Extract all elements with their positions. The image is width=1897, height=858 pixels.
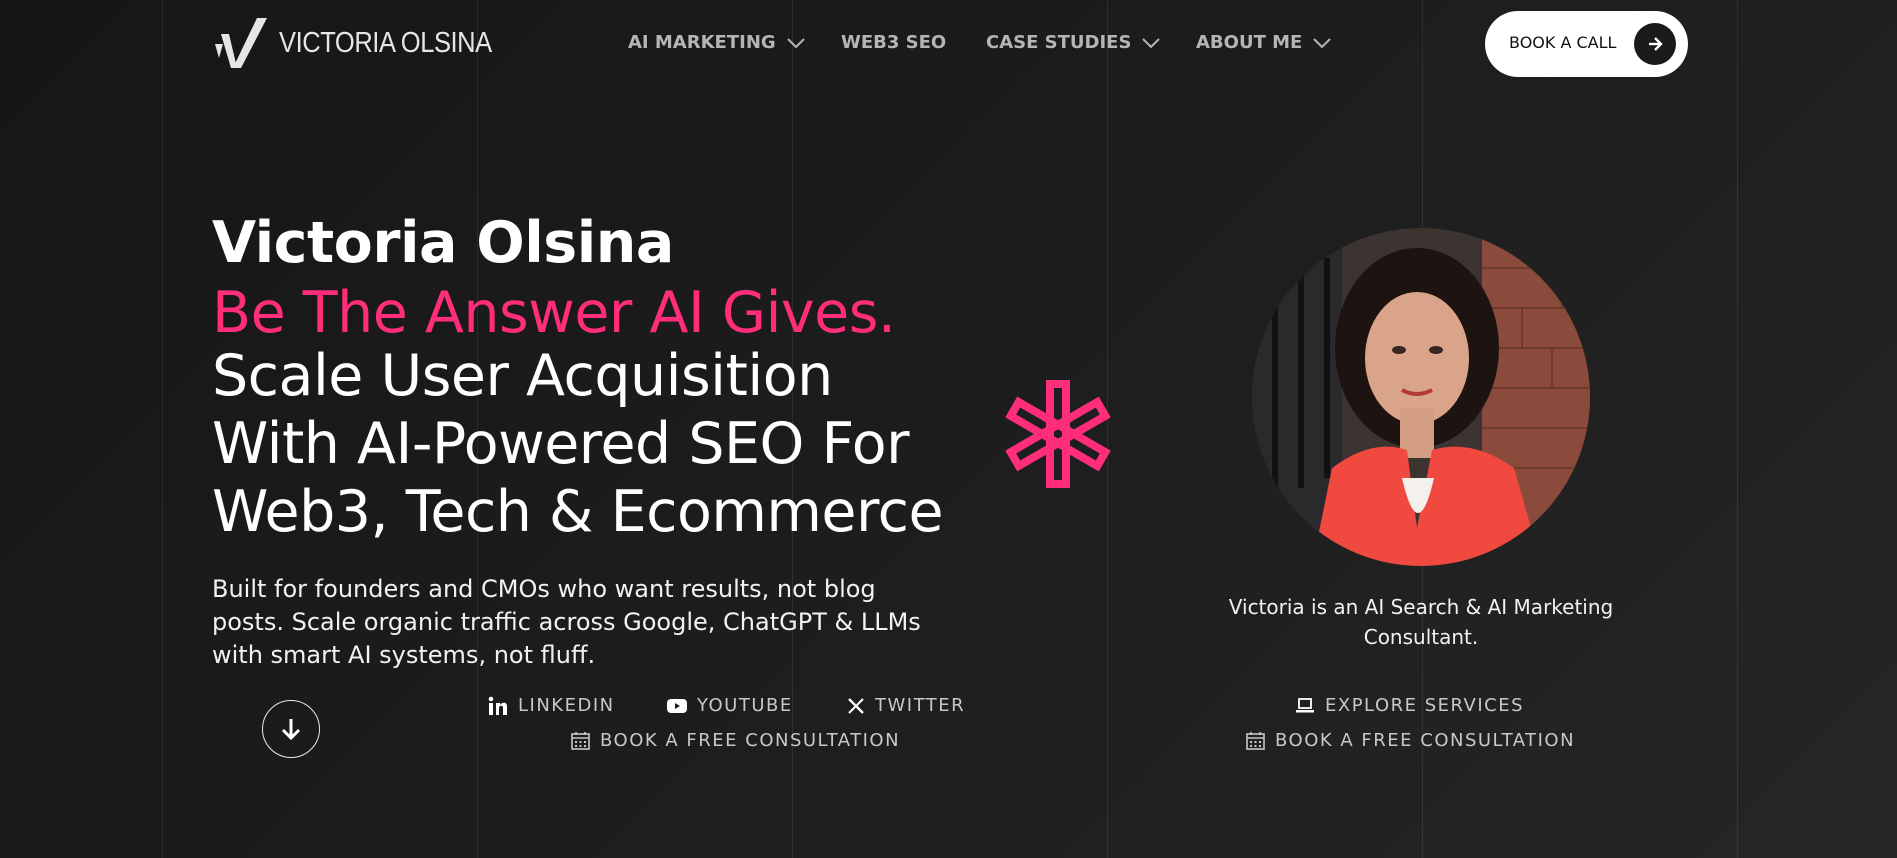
nav-label: ABOUT ME bbox=[1196, 32, 1303, 53]
laptop-icon bbox=[1296, 697, 1314, 712]
grid-line bbox=[162, 0, 163, 858]
hero-name: Victoria Olsina bbox=[212, 210, 674, 276]
arrow-down-icon bbox=[281, 719, 301, 741]
nav-ai-marketing[interactable]: AI MARKETING bbox=[628, 32, 806, 53]
chevron-down-icon bbox=[786, 37, 805, 48]
book-consultation-link[interactable]: BOOK A FREE CONSULTATION bbox=[571, 730, 900, 751]
chevron-down-icon bbox=[1313, 37, 1332, 48]
twitter-link[interactable]: TWITTER bbox=[847, 695, 965, 716]
chevron-down-icon bbox=[1142, 37, 1161, 48]
arrow-right-icon bbox=[1634, 23, 1676, 65]
calendar-icon bbox=[1246, 732, 1265, 750]
youtube-link[interactable]: YOUTUBE bbox=[667, 695, 793, 716]
v-monogram-icon bbox=[215, 18, 267, 68]
nav-label: AI MARKETING bbox=[628, 32, 776, 53]
hero-headline-line: Web3, Tech & Ecommerce bbox=[212, 479, 944, 545]
site-logo[interactable]: VICTORIA OLSINA bbox=[213, 16, 521, 70]
link-label: TWITTER bbox=[875, 695, 966, 716]
grid-line bbox=[1737, 0, 1738, 858]
book-a-call-button[interactable]: BOOK A CALL bbox=[1485, 11, 1688, 77]
linkedin-icon bbox=[488, 696, 507, 715]
nav-web3-seo[interactable]: WEB3 SEO bbox=[841, 32, 946, 53]
youtube-icon bbox=[667, 698, 687, 713]
hero-headline-line: Scale User Acquisition bbox=[212, 343, 833, 409]
hero-description: Built for founders and CMOs who want res… bbox=[212, 575, 921, 669]
book-consultation-link[interactable]: BOOK A FREE CONSULTATION bbox=[1246, 730, 1575, 751]
nav-case-studies[interactable]: CASE STUDIES bbox=[986, 32, 1161, 53]
explore-services-link[interactable]: EXPLORE SERVICES bbox=[1295, 695, 1524, 716]
nav-label: WEB3 SEO bbox=[841, 32, 947, 53]
nav-label: CASE STUDIES bbox=[986, 32, 1132, 53]
asterisk-icon bbox=[1005, 380, 1111, 488]
cta-label: BOOK A CALL bbox=[1509, 33, 1617, 52]
linkedin-link[interactable]: LINKEDIN bbox=[488, 695, 615, 716]
nav-about-me[interactable]: ABOUT ME bbox=[1196, 32, 1332, 53]
scroll-down-button[interactable] bbox=[262, 700, 320, 758]
hero-tagline: Be The Answer AI Gives. bbox=[212, 280, 896, 346]
link-label: BOOK A FREE CONSULTATION bbox=[600, 730, 901, 751]
link-label: EXPLORE SERVICES bbox=[1325, 695, 1525, 716]
link-label: LINKEDIN bbox=[518, 695, 615, 716]
calendar-icon bbox=[571, 732, 590, 750]
link-label: BOOK A FREE CONSULTATION bbox=[1275, 730, 1576, 751]
profile-caption: Victoria is an AI Search & AI Marketing … bbox=[1228, 595, 1614, 649]
profile-photo bbox=[1252, 228, 1590, 566]
brand-name: VICTORIA OLSINA bbox=[279, 26, 492, 59]
link-label: YOUTUBE bbox=[697, 695, 793, 716]
x-icon bbox=[848, 697, 864, 714]
hero-headline-line: With AI-Powered SEO For bbox=[212, 411, 910, 477]
